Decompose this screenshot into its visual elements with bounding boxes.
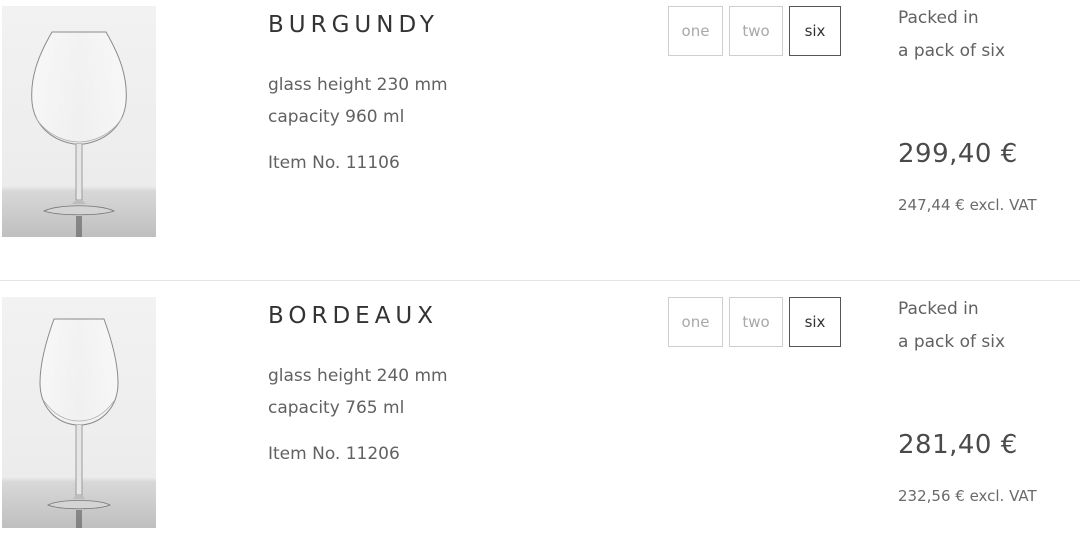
capacity: capacity 765 ml xyxy=(268,398,405,418)
packaging-label: Packed in xyxy=(898,299,979,319)
product-row-burgundy: BURGUNDY glass height 230 mm capacity 96… xyxy=(0,6,1080,246)
price: 299,40 € xyxy=(898,139,1018,169)
product-title[interactable]: BORDEAUX xyxy=(268,303,438,329)
quantity-option-two[interactable]: two xyxy=(729,297,783,347)
quantity-option-two[interactable]: two xyxy=(729,6,783,56)
glass-height: glass height 240 mm xyxy=(268,366,448,386)
quantity-option-one[interactable]: one xyxy=(668,297,723,347)
product-list: BURGUNDY glass height 230 mm capacity 96… xyxy=(0,0,1080,556)
bordeaux-wine-glass-icon xyxy=(2,297,156,528)
price-excl-vat: 232,56 € excl. VAT xyxy=(898,487,1037,505)
item-number: Item No. 11206 xyxy=(268,444,400,464)
product-title[interactable]: BURGUNDY xyxy=(268,12,439,38)
packaging-size: a pack of six xyxy=(898,41,1006,61)
capacity: capacity 960 ml xyxy=(268,107,405,127)
product-image-bordeaux[interactable] xyxy=(2,297,156,528)
packaging-label: Packed in xyxy=(898,8,979,28)
quantity-option-one[interactable]: one xyxy=(668,6,723,56)
price: 281,40 € xyxy=(898,430,1018,460)
item-number: Item No. 11106 xyxy=(268,153,400,173)
product-row-bordeaux: BORDEAUX glass height 240 mm capacity 76… xyxy=(0,297,1080,537)
price-excl-vat: 247,44 € excl. VAT xyxy=(898,196,1037,214)
glass-height: glass height 230 mm xyxy=(268,75,448,95)
burgundy-wine-glass-icon xyxy=(2,6,156,237)
product-image-burgundy[interactable] xyxy=(2,6,156,237)
quantity-option-six[interactable]: six xyxy=(789,6,841,56)
packaging-size: a pack of six xyxy=(898,332,1006,352)
quantity-option-six[interactable]: six xyxy=(789,297,841,347)
divider xyxy=(0,280,1080,281)
